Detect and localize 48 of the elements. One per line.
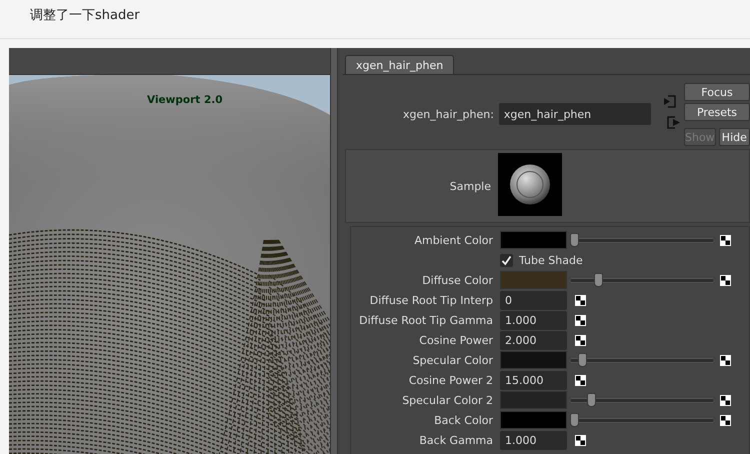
map-button[interactable] — [720, 354, 731, 366]
node-name-label: xgen_hair_phen: — [403, 108, 494, 120]
attribute-label: Diffuse Color — [421, 274, 494, 286]
attribute-label: Diffuse Root Tip Interp — [368, 294, 494, 306]
map-button[interactable] — [720, 274, 731, 286]
slider-thumb[interactable] — [570, 413, 579, 427]
sample-label: Sample — [448, 180, 492, 192]
color-swatch[interactable] — [500, 411, 567, 429]
number-field[interactable]: 15.000 — [500, 370, 567, 390]
number-field[interactable]: 0 — [500, 290, 567, 310]
node-name-field[interactable]: xgen_hair_phen — [498, 103, 651, 125]
slider-thumb[interactable] — [586, 393, 596, 407]
post-title: 调整了一下shader — [30, 8, 140, 23]
attribute-label: Back Color — [433, 414, 494, 426]
attribute-label: Specular Color — [412, 354, 494, 366]
checkbox-label: Tube Shade — [518, 254, 583, 266]
tab[interactable]: xgen_hair_phen — [345, 55, 454, 74]
input-connection-icon[interactable] — [662, 95, 677, 108]
slider-thumb[interactable] — [594, 273, 603, 287]
checkbox[interactable] — [500, 254, 513, 266]
attribute-label: Cosine Power — [418, 334, 494, 346]
map-button[interactable] — [720, 234, 731, 246]
map-button[interactable] — [575, 434, 586, 446]
attribute-label: Back Gamma — [418, 434, 494, 446]
toggle-button[interactable]: Hide — [718, 128, 750, 146]
color-swatch[interactable] — [500, 351, 567, 369]
number-field[interactable]: 2.000 — [500, 330, 567, 350]
viewport-label: Viewport 2.0 — [147, 94, 223, 106]
color-swatch[interactable] — [500, 391, 567, 409]
map-button[interactable] — [720, 394, 731, 406]
map-button[interactable] — [575, 374, 586, 386]
sphere-preview — [498, 153, 562, 216]
attribute-label: Cosine Power 2 — [408, 374, 494, 386]
map-button[interactable] — [575, 334, 586, 346]
map-button[interactable] — [575, 314, 586, 326]
editor-button[interactable]: Focus — [684, 83, 750, 101]
map-button[interactable] — [720, 414, 731, 426]
color-swatch[interactable] — [500, 231, 567, 249]
attribute-label: Ambient Color — [413, 234, 494, 246]
number-field[interactable]: 1.000 — [500, 310, 567, 330]
attribute-label: Specular Color 2 — [401, 394, 494, 406]
editor-button[interactable]: Presets — [684, 103, 750, 121]
number-field[interactable]: 1.000 — [500, 430, 567, 450]
slider-thumb[interactable] — [578, 353, 588, 367]
color-swatch[interactable] — [500, 271, 567, 289]
attribute-label: Diffuse Root Tip Gamma — [358, 314, 494, 326]
slider-thumb[interactable] — [570, 233, 579, 247]
map-button[interactable] — [575, 294, 586, 306]
